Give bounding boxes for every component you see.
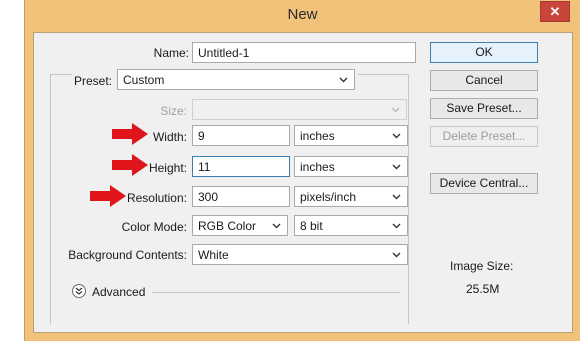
color-mode-value: RGB Color: [198, 219, 257, 233]
size-select: [192, 99, 407, 120]
width-label: Width:: [152, 130, 187, 144]
height-unit-select[interactable]: inches: [294, 156, 408, 177]
group-border-right: [408, 74, 409, 324]
resolution-input[interactable]: 300: [192, 186, 290, 207]
chevron-down-icon: [392, 131, 401, 140]
width-unit-select[interactable]: inches: [294, 125, 408, 146]
preset-value: Custom: [123, 73, 165, 87]
name-input[interactable]: Untitled-1: [192, 42, 416, 63]
name-label: Name:: [153, 46, 189, 60]
image-size-value: 25.5M: [466, 282, 500, 296]
height-label: Height:: [148, 161, 187, 175]
chevron-down-icon: [391, 105, 400, 114]
ok-button[interactable]: OK: [430, 42, 538, 63]
double-chevron-down-icon[interactable]: [72, 284, 86, 298]
device-central-button[interactable]: Device Central...: [430, 173, 538, 194]
preset-select[interactable]: Custom: [117, 69, 355, 90]
title-bar[interactable]: New ✕: [25, 0, 580, 32]
delete-preset-button: Delete Preset...: [430, 126, 538, 147]
chevron-down-icon: [392, 250, 401, 259]
background-contents-label: Background Contents:: [68, 248, 187, 262]
save-preset-button[interactable]: Save Preset...: [430, 98, 538, 119]
width-unit-value: inches: [300, 129, 335, 143]
background-contents-value: White: [198, 248, 229, 262]
advanced-divider: [152, 292, 400, 293]
height-input[interactable]: 11: [192, 156, 290, 177]
dialog-title: New: [287, 6, 318, 23]
image-size-label: Image Size:: [450, 259, 514, 273]
background-contents-select[interactable]: White: [192, 244, 408, 265]
chevron-down-icon: [272, 221, 281, 230]
cancel-button[interactable]: Cancel: [430, 70, 538, 91]
height-unit-value: inches: [300, 160, 335, 174]
resolution-label: Resolution:: [126, 191, 187, 205]
resolution-unit-value: pixels/inch: [300, 190, 357, 204]
new-document-dialog: New ✕ Name: Untitled-1 Preset: Custom Si…: [24, 0, 580, 341]
width-input[interactable]: 9: [192, 125, 290, 146]
dialog-client: Name: Untitled-1 Preset: Custom Size: Wi…: [33, 32, 573, 333]
chevron-down-icon: [392, 221, 401, 230]
preset-label: Preset:: [73, 74, 112, 88]
chevron-down-icon: [392, 192, 401, 201]
chevron-down-icon: [392, 162, 401, 171]
advanced-toggle-label[interactable]: Advanced: [92, 285, 145, 299]
chevron-down-icon: [339, 75, 348, 84]
bit-depth-value: 8 bit: [300, 219, 323, 233]
group-border-left: [50, 74, 51, 324]
size-label: Size:: [160, 104, 187, 118]
color-mode-label: Color Mode:: [121, 220, 187, 234]
bit-depth-select[interactable]: 8 bit: [294, 215, 408, 236]
color-mode-select[interactable]: RGB Color: [192, 215, 288, 236]
close-button[interactable]: ✕: [540, 1, 570, 22]
group-border-top-right: [358, 74, 408, 75]
resolution-unit-select[interactable]: pixels/inch: [294, 186, 408, 207]
